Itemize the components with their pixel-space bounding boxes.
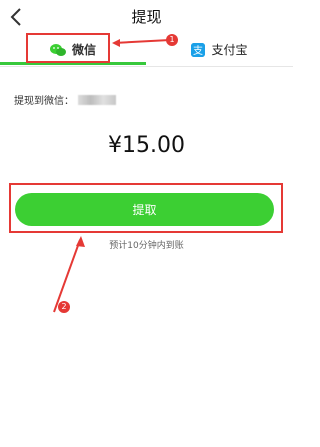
annotation-badge-1: 1: [166, 34, 178, 46]
annotation-badge-2: 2: [58, 301, 70, 313]
blurred-account-name: [78, 94, 116, 105]
annotation-box-wechat: [26, 33, 110, 63]
svg-text:支: 支: [193, 45, 203, 57]
amount-value: ¥15.00: [108, 133, 185, 158]
withdraw-target-label: 提现到微信：: [14, 96, 74, 107]
header-bar: 提现: [0, 0, 293, 34]
arrival-note: 预计10分钟内到账: [109, 241, 184, 251]
withdraw-button[interactable]: 提取: [15, 193, 274, 226]
page-title: 提现: [131, 8, 162, 26]
tab-alipay-label: 支付宝: [211, 43, 248, 57]
withdraw-target: 提现到微信：: [14, 92, 116, 107]
alipay-icon: 支: [191, 42, 206, 57]
